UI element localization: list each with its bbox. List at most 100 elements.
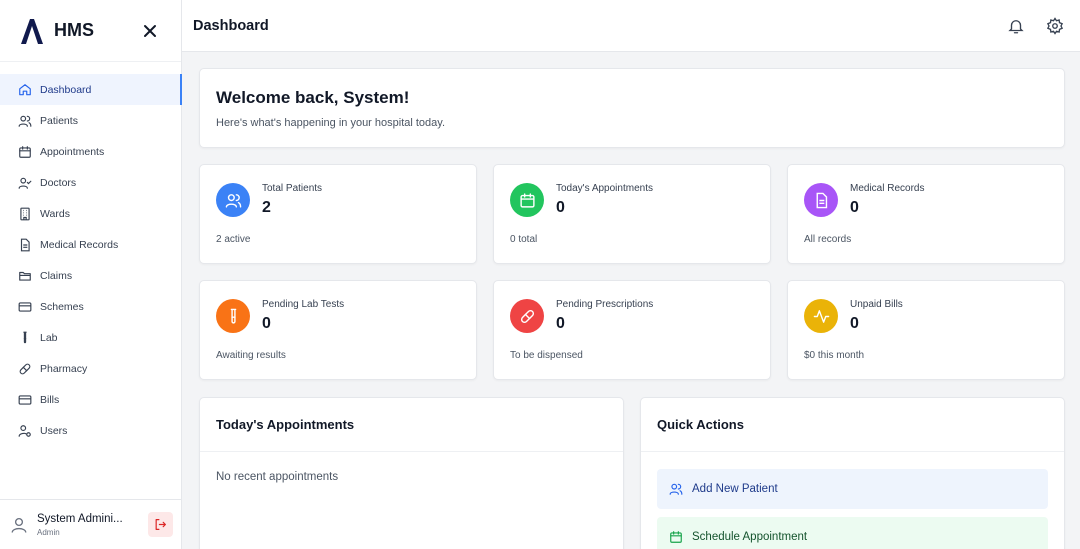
stat-value: 0 [556, 199, 565, 216]
stat-value: 0 [850, 199, 859, 216]
sidebar-item-medical-records[interactable]: Medical Records [0, 229, 182, 260]
quick-actions-panel: Quick Actions Add New Patient Schedule A… [640, 397, 1065, 549]
sidebar-item-label: Pharmacy [40, 362, 88, 375]
stat-label: Today's Appointments [556, 183, 653, 194]
file-icon [816, 192, 827, 208]
sidebar-item-schemes[interactable]: Schemes [0, 291, 182, 322]
stat-value: 2 [262, 199, 271, 216]
sidebar-item-claims[interactable]: Claims [0, 260, 182, 291]
stat-footnote: Awaiting results [216, 350, 286, 361]
sidebar-item-appointments[interactable]: Appointments [0, 136, 182, 167]
stat-icon-bg [510, 183, 544, 217]
stat-footnote: 2 active [216, 234, 251, 245]
stat-icon-bg [510, 299, 544, 333]
stat-footnote: To be dispensed [510, 350, 583, 361]
welcome-subtitle: Here's what's happening in your hospital… [216, 117, 446, 129]
user-cog-icon [18, 424, 31, 437]
stat-value: 0 [262, 315, 271, 332]
sidebar-item-label: Medical Records [40, 238, 119, 251]
activity-icon [813, 309, 829, 323]
empty-state: No recent appointments [216, 471, 339, 483]
pill-icon [19, 363, 31, 374]
sidebar-item-label: Doctors [40, 176, 77, 189]
sidebar-item-dashboard[interactable]: Dashboard [0, 74, 182, 105]
folder-icon [19, 271, 31, 281]
sidebar-nav: Dashboard Patients Appointments Doctors … [0, 74, 182, 446]
logout-button[interactable] [148, 512, 173, 537]
sidebar-item-label: Wards [40, 207, 70, 220]
user-role: Admin [37, 527, 60, 537]
sidebar-item-lab[interactable]: Lab [0, 322, 182, 353]
user-info: System Admini... Admin [37, 513, 137, 537]
test-tube-icon [230, 308, 236, 324]
sidebar-item-label: Lab [40, 331, 58, 344]
divider [200, 451, 623, 452]
users-icon [669, 483, 683, 495]
users-icon [225, 193, 241, 208]
sidebar-item-label: Schemes [40, 300, 84, 313]
building-icon [20, 207, 30, 220]
main-content: Dashboard Welcome back, System! Here's w… [182, 0, 1080, 549]
stat-label: Pending Prescriptions [556, 299, 654, 310]
sidebar-item-patients[interactable]: Patients [0, 105, 182, 136]
users-icon [18, 115, 32, 127]
user-avatar-icon [11, 517, 27, 533]
calendar-icon [19, 145, 31, 158]
panel-title: Quick Actions [657, 417, 744, 432]
button-label: Schedule Appointment [692, 531, 808, 543]
credit-card-icon [18, 301, 32, 312]
user-check-icon [18, 177, 32, 189]
stat-value: 0 [850, 315, 859, 332]
stat-icon-bg [804, 299, 838, 333]
stat-label: Pending Lab Tests [262, 299, 345, 310]
calendar-icon [670, 531, 682, 543]
stat-label: Medical Records [850, 183, 925, 194]
sidebar: HMS Dashboard Patients Appointments Doct… [0, 0, 182, 549]
sidebar-item-bills[interactable]: Bills [0, 384, 182, 415]
stat-label: Unpaid Bills [850, 299, 903, 310]
stat-card-pending-prescriptions[interactable]: Pending Prescriptions 0 To be dispensed [493, 280, 771, 380]
sidebar-item-label: Appointments [40, 145, 105, 158]
logo-icon [21, 18, 43, 44]
stat-card-medical-records[interactable]: Medical Records 0 All records [787, 164, 1065, 264]
stat-card-unpaid-bills[interactable]: Unpaid Bills 0 $0 this month [787, 280, 1065, 380]
user-profile: System Admini... Admin [0, 499, 182, 549]
pill-icon [520, 309, 534, 323]
stat-footnote: All records [804, 234, 852, 245]
button-label: Add New Patient [692, 483, 778, 495]
calendar-icon [519, 192, 535, 208]
bill-card-icon [18, 394, 32, 405]
panel-title: Today's Appointments [216, 417, 355, 432]
sidebar-item-label: Claims [40, 269, 73, 282]
stat-icon-bg [216, 299, 250, 333]
topbar: Dashboard [182, 0, 1080, 52]
bell-icon[interactable] [1007, 17, 1025, 35]
todays-appointments-panel: Today's Appointments No recent appointme… [199, 397, 624, 549]
test-tube-icon [23, 331, 27, 343]
close-icon[interactable] [141, 22, 159, 40]
settings-icon[interactable] [1046, 17, 1064, 35]
welcome-title: Welcome back, System! [216, 88, 410, 107]
page-title: Dashboard [193, 17, 269, 34]
stat-card-pending-lab-tests[interactable]: Pending Lab Tests 0 Awaiting results [199, 280, 477, 380]
stat-value: 0 [556, 315, 565, 332]
sidebar-item-users[interactable]: Users [0, 415, 182, 446]
welcome-card: Welcome back, System! Here's what's happ… [199, 68, 1065, 148]
sidebar-item-label: Dashboard [40, 83, 92, 96]
sidebar-item-wards[interactable]: Wards [0, 198, 182, 229]
user-name: System Admini... [37, 512, 123, 525]
add-new-patient-button[interactable]: Add New Patient [657, 469, 1048, 509]
logout-icon [155, 519, 166, 530]
divider [641, 451, 1064, 452]
sidebar-item-pharmacy[interactable]: Pharmacy [0, 353, 182, 384]
brand-name: HMS [54, 20, 94, 40]
sidebar-item-doctors[interactable]: Doctors [0, 167, 182, 198]
stat-icon-bg [804, 183, 838, 217]
stat-card-todays-appointments[interactable]: Today's Appointments 0 0 total [493, 164, 771, 264]
file-icon [20, 238, 30, 251]
stat-footnote: $0 this month [804, 350, 865, 361]
schedule-appointment-button[interactable]: Schedule Appointment [657, 517, 1048, 549]
home-icon [19, 83, 31, 95]
sidebar-item-label: Patients [40, 114, 78, 127]
stat-card-total-patients[interactable]: Total Patients 2 2 active [199, 164, 477, 264]
